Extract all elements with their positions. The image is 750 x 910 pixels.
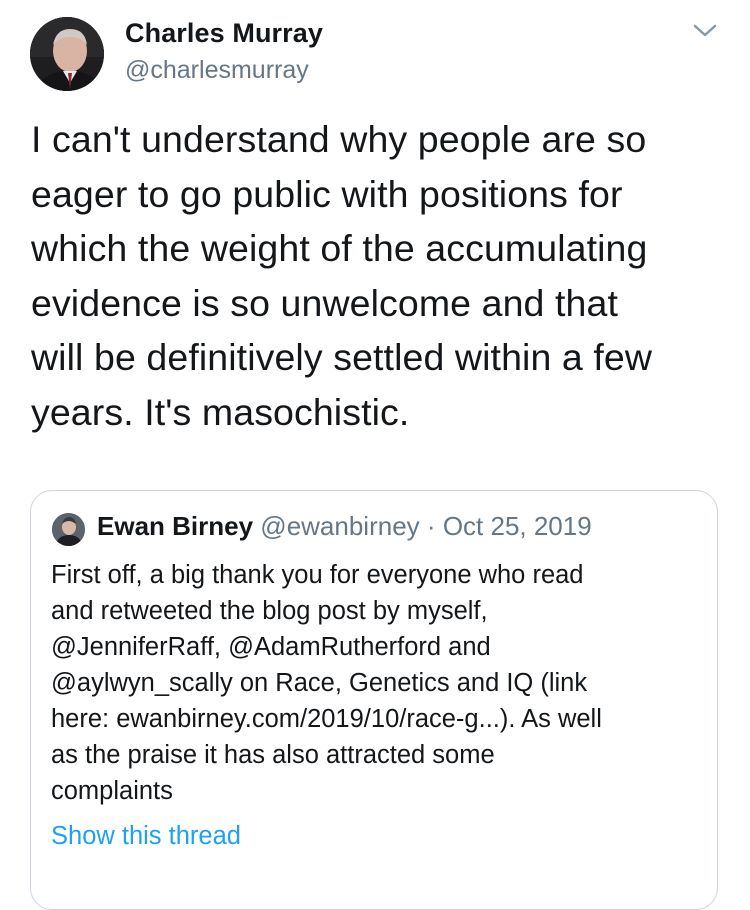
author-handle[interactable]: @charlesmurray — [125, 56, 309, 85]
quoted-tweet-date[interactable]: Oct 25, 2019 — [443, 511, 592, 541]
quoted-author-avatar — [52, 513, 85, 546]
author-name[interactable]: Charles Murray — [125, 18, 323, 49]
quoted-tweet-header: Ewan Birney @ewanbirney · Oct 25, 2019 — [97, 511, 592, 542]
tweet-text: I can't understand why people are so eag… — [31, 118, 653, 433]
author-avatar[interactable] — [30, 17, 104, 91]
tweet: Charles Murray @charlesmurray I can't un… — [0, 0, 750, 910]
show-thread-link[interactable]: Show this thread — [51, 818, 241, 854]
quoted-author-handle[interactable]: @ewanbirney — [260, 511, 419, 541]
separator-dot: · — [426, 511, 436, 541]
quoted-tweet-text: First off, a big thank you for everyone … — [51, 561, 602, 805]
quoted-author-name[interactable]: Ewan Birney — [97, 511, 253, 541]
chevron-down-icon[interactable] — [691, 21, 719, 41]
